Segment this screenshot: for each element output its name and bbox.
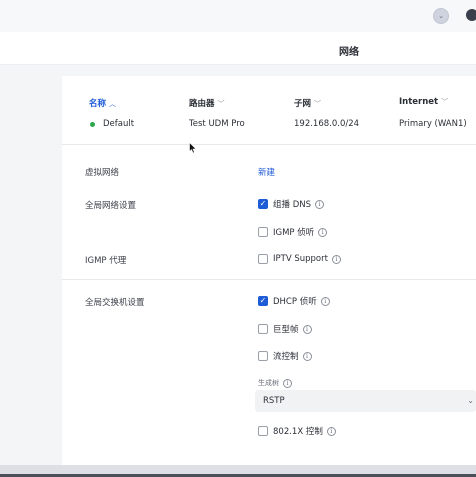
- option-label: IGMP 侦听: [273, 228, 315, 238]
- internet-value: Primary (WAN1): [399, 119, 467, 129]
- multicast-dns-checkbox[interactable]: [258, 199, 268, 209]
- page-title: 网络: [339, 47, 359, 58]
- dhcp-snooping-option[interactable]: DHCP 侦听 i: [258, 295, 330, 307]
- option-label: DHCP 侦听: [273, 297, 317, 307]
- info-icon[interactable]: i: [318, 227, 328, 237]
- option-label: IPTV Support: [273, 254, 328, 264]
- info-icon[interactable]: i: [331, 254, 341, 264]
- info-icon[interactable]: i: [283, 378, 292, 388]
- chevron-up-icon: ︿: [109, 100, 117, 108]
- chevron-down-icon: ﹀: [314, 100, 322, 108]
- flow-control-option[interactable]: 流控制 i: [258, 350, 312, 362]
- column-header-label: 路由器: [189, 99, 215, 109]
- top-bar: ⌄: [0, 0, 476, 32]
- dot1x-control-checkbox[interactable]: [258, 426, 268, 436]
- jumbo-frames-checkbox[interactable]: [258, 324, 268, 334]
- global-network-label: 全局网络设置: [85, 201, 137, 211]
- dot1x-control-option[interactable]: 802.1X 控制 i: [258, 425, 336, 437]
- info-icon[interactable]: i: [302, 351, 312, 361]
- option-label: 组播 DNS: [273, 200, 312, 210]
- column-header-internet[interactable]: Internet ﹀: [399, 97, 448, 107]
- user-avatar[interactable]: ⌄: [433, 8, 449, 24]
- spanning-tree-label: 生成树 i: [258, 378, 292, 388]
- igmp-snooping-option[interactable]: IGMP 侦听 i: [258, 226, 328, 238]
- router-name: Test UDM Pro: [189, 119, 245, 129]
- jumbo-frames-option[interactable]: 巨型帧 i: [258, 323, 312, 335]
- flow-control-checkbox[interactable]: [258, 351, 268, 361]
- igmp-proxy-label: IGMP 代理: [85, 256, 127, 266]
- multicast-dns-option[interactable]: 组播 DNS i: [258, 198, 325, 210]
- chevron-down-icon: ﹀: [441, 98, 449, 106]
- chevron-down-icon: ⌄: [467, 396, 474, 405]
- column-header-label: 子网: [294, 99, 312, 109]
- virtual-network-label: 虚拟网络: [85, 168, 120, 178]
- column-header-router[interactable]: 路由器 ﹀: [189, 97, 225, 109]
- iptv-support-checkbox[interactable]: [258, 254, 268, 264]
- page-header: 网络: [0, 32, 476, 65]
- app-switcher-icon[interactable]: [466, 9, 476, 21]
- network-name[interactable]: Default: [103, 119, 134, 129]
- subnet-value: 192.168.0.0/24: [294, 119, 360, 129]
- option-label: 802.1X 控制: [273, 427, 323, 437]
- divider: [62, 144, 476, 145]
- global-switch-label: 全局交换机设置: [85, 298, 145, 308]
- field-label: 生成树: [258, 379, 279, 387]
- info-icon[interactable]: i: [302, 324, 312, 334]
- column-header-name[interactable]: 名称 ︿: [89, 97, 116, 109]
- chevron-down-icon: ⌄: [438, 11, 444, 20]
- divider: [62, 279, 476, 280]
- chevron-down-icon: ﹀: [217, 100, 225, 108]
- select-value: RSTP: [263, 396, 285, 406]
- column-header-subnet[interactable]: 子网 ﹀: [294, 97, 321, 109]
- dhcp-snooping-checkbox[interactable]: [258, 296, 268, 306]
- info-icon[interactable]: i: [320, 296, 330, 306]
- mouse-cursor-icon: [189, 142, 197, 154]
- info-icon[interactable]: i: [326, 426, 336, 436]
- create-network-link[interactable]: 新建: [258, 166, 275, 178]
- option-label: 流控制: [273, 352, 299, 362]
- option-label: 巨型帧: [273, 325, 299, 335]
- spanning-tree-select[interactable]: RSTP ⌄: [255, 390, 476, 412]
- igmp-snooping-checkbox[interactable]: [258, 227, 268, 237]
- info-icon[interactable]: i: [315, 199, 325, 209]
- iptv-support-option[interactable]: IPTV Support i: [258, 254, 341, 264]
- column-header-label: 名称: [89, 99, 107, 109]
- status-dot: [90, 122, 95, 127]
- column-header-label: Internet: [399, 97, 439, 107]
